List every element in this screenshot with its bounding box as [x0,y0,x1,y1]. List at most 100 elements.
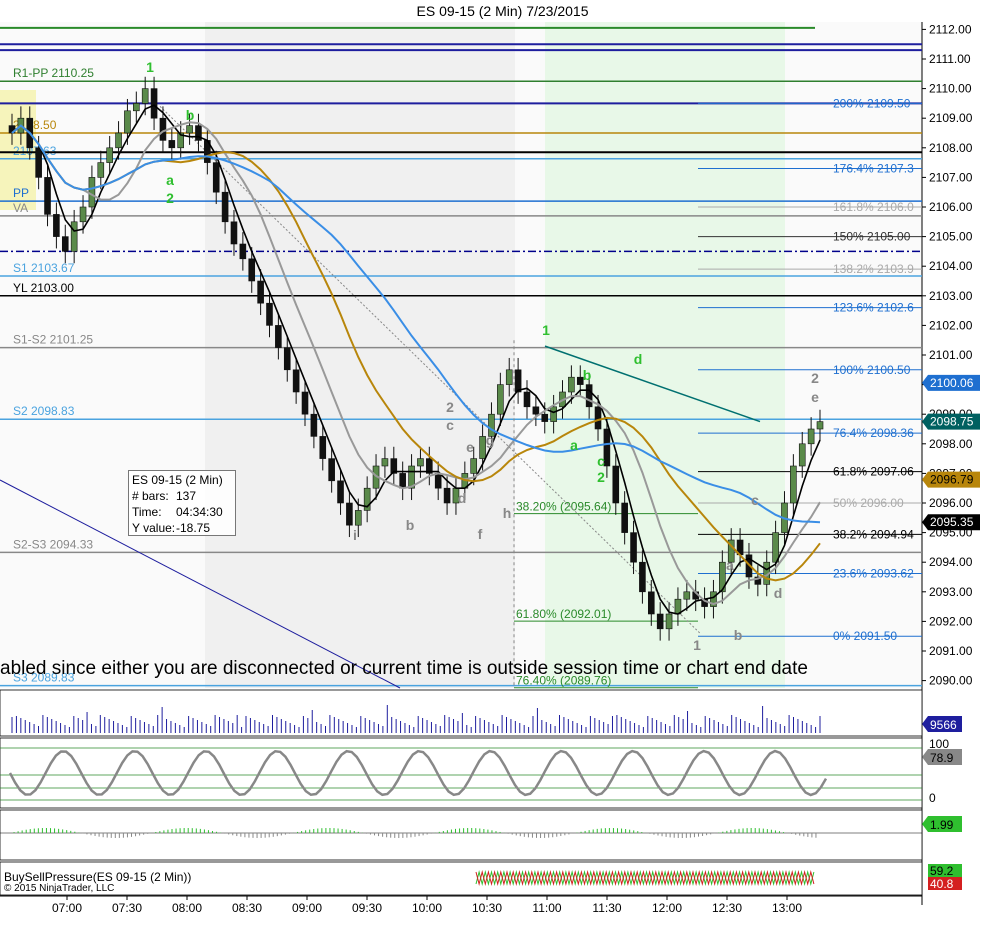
y-tick-label: 2093.00 [929,585,973,599]
wave-label: 1 [693,637,701,653]
candle [523,391,531,408]
candle [275,325,282,348]
candle [381,458,389,467]
candle [443,487,451,504]
chart-window: ES 09-15 (2 Min) 7/23/2015 2112.00 2111.0… [0,0,1005,949]
fib-label: 61.8% 2097.06 [833,465,914,479]
candle [807,428,815,445]
y-tick-label: 2110.00 [929,82,972,96]
candle [594,406,602,430]
x-tick-label: 12:00 [652,901,682,915]
wave-label: g [486,432,495,448]
candle [568,376,575,393]
wave-label: b [406,517,415,533]
candle [301,391,309,415]
y-tick-label: 2107.00 [929,170,973,184]
volume-panel [0,689,923,737]
candle [61,236,69,252]
wave-label: f [478,526,483,542]
candle [212,162,220,193]
y-tick-label: 2109.00 [929,111,973,125]
bsp-sell-label: 40.8 [930,877,954,891]
wave-label: i [353,527,357,543]
candle [505,369,513,385]
wave-marker-label: 1.99 [930,818,954,832]
x-tick-label: 09:30 [352,901,382,915]
fib-label: 200% 2109.50 [833,96,911,110]
candle [346,502,353,526]
volume-marker-label: 9566 [930,718,957,732]
candle [683,591,691,600]
wave-label: h [503,505,512,521]
wave-label: 1 [542,322,550,338]
data-box: ES 09-15 (2 Min) # bars: 137 Time: 04:34:3… [128,470,236,536]
candle [399,473,406,489]
bars-label: # bars: [132,489,169,503]
y-tick-label: 2103.00 [929,289,973,303]
candle [159,117,167,141]
fib-label: 76.4% 2098.36 [833,426,914,440]
x-tick-label: 08:00 [172,901,202,915]
wave-label: e [811,389,819,405]
fib-label: 161.8% 2106.0 [833,200,914,214]
pivot-level-label: S1-S2 2101.25 [13,333,93,347]
candle [35,147,42,178]
fib-label: 150% 2105.00 [833,230,911,244]
candle [665,613,673,630]
pivot-level-label: PP [13,186,29,200]
session-shade [205,22,515,688]
stoch-marker-label: 78.9 [930,751,954,765]
candle [417,458,424,467]
copyright: © 2015 NinjaTrader, LLC [4,883,114,894]
wave-label: c [597,453,605,469]
candle [585,384,593,408]
yvalue-value: -18.75 [176,521,211,535]
candle [44,177,51,215]
x-tick-label: 10:00 [412,901,442,915]
fib-mid-label: 38.20% (2095.64) [516,500,611,514]
fib-label: 123.6% 2102.6 [833,301,914,315]
fib-label: 100% 2100.50 [833,363,911,377]
x-tick-label: 12:30 [712,901,742,915]
candle [656,613,664,630]
wave-label: c [446,417,454,433]
wave-label: c [751,492,759,508]
x-tick-label: 08:30 [232,901,262,915]
y-tick-label: 2102.00 [929,318,973,332]
wave-label: a [726,557,734,573]
candle [470,458,478,474]
y-tick-label: 2092.00 [929,614,973,628]
candle [816,421,824,430]
pivot-level-label: S2-S3 2094.33 [13,537,93,551]
candle [186,125,193,134]
stoch-tick: 100 [929,737,949,751]
stoch-panel [0,737,923,809]
candle [434,473,442,489]
y-tick-label: 2096.00 [929,496,973,510]
price-marker-label: 2095.35 [930,515,974,529]
wave-label: a [166,172,174,188]
y-tick-label: 2105.00 [929,230,973,244]
y-tick-label: 2094.00 [929,555,973,569]
fib-label: 38.2% 2094.94 [833,527,914,541]
candle [97,162,105,178]
price-marker-label: 2096.79 [930,473,974,487]
candle [79,206,87,223]
x-tick-label: 07:00 [52,901,82,915]
bars-value: 137 [176,489,197,503]
candle [328,458,335,482]
y-tick-label: 2098.00 [929,437,973,451]
candle [310,413,318,437]
yvalue-label: Y value: [132,521,176,535]
time-value: 04:34:30 [176,505,223,519]
candle [239,243,247,260]
candle [337,480,344,504]
pivot-level-label: YL 2103.00 [13,281,74,295]
fib-label: 23.6% 2093.62 [833,566,914,580]
candle [221,191,229,223]
candle [621,502,628,533]
x-tick-label: 13:00 [772,901,802,915]
candle [70,221,78,252]
candle [248,258,256,282]
y-tick-label: 2111.00 [929,52,971,66]
